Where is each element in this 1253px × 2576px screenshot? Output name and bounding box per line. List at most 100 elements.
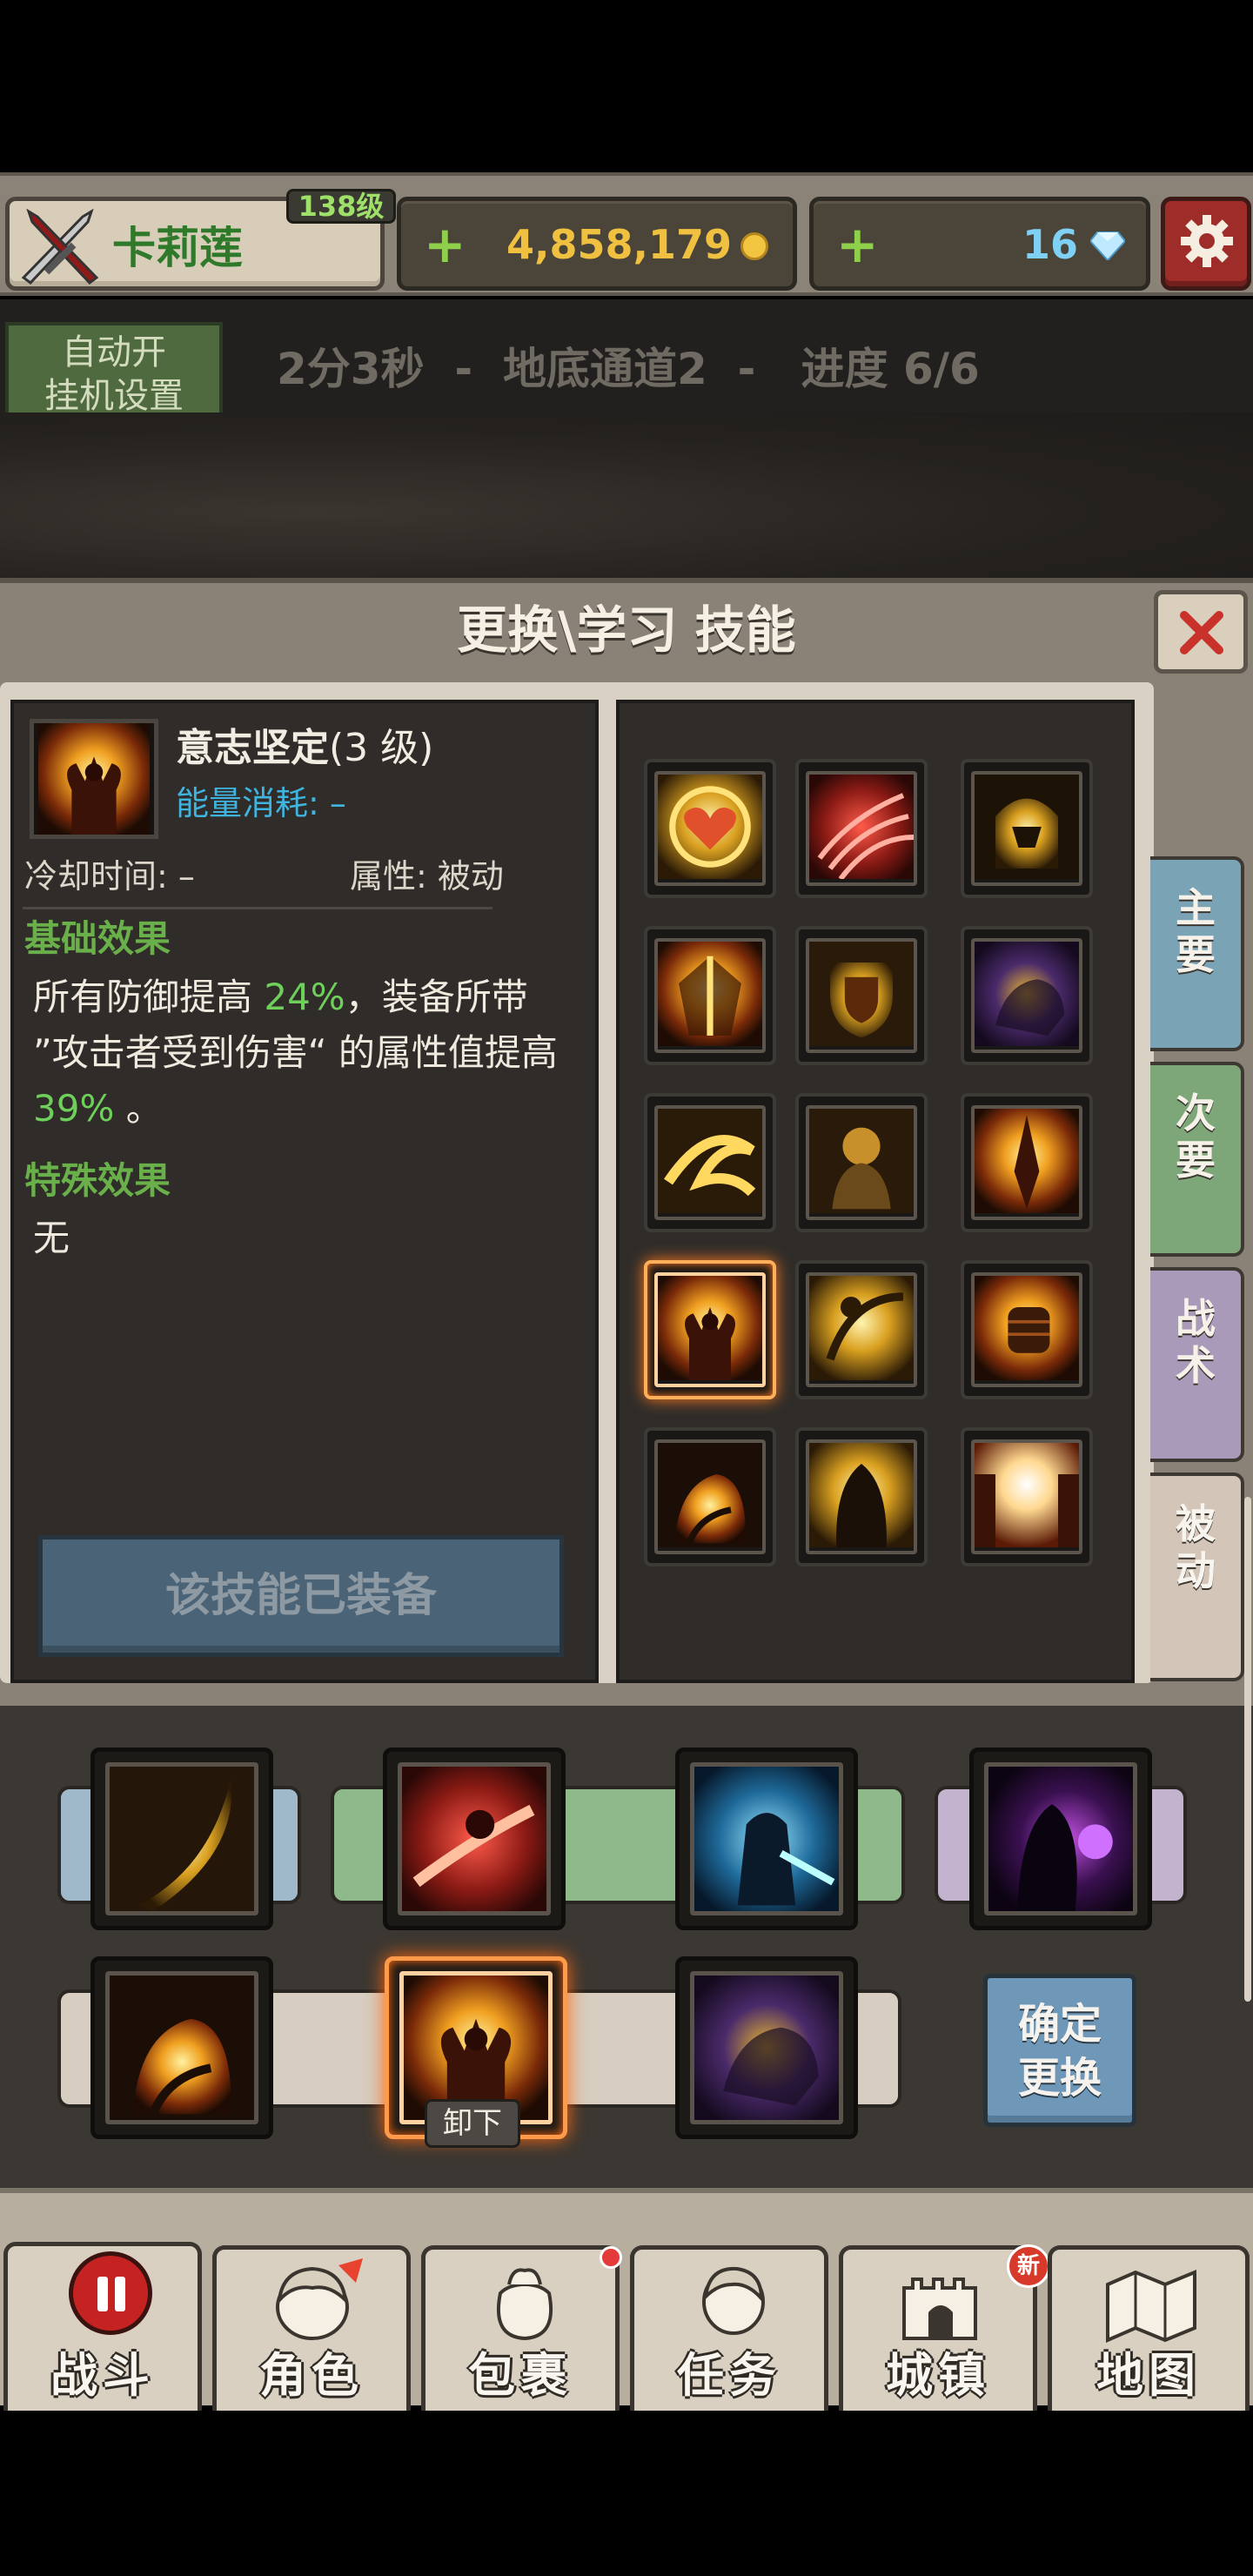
will-steadfast-icon [654,1272,766,1387]
add-gold-icon[interactable]: + [424,218,466,271]
nav-map-label: 地图 [1096,2348,1201,2403]
auto-idle-settings-button[interactable]: 自动开 挂机设置 [5,322,223,425]
skill-slot[interactable] [961,1427,1093,1566]
equipped-skill-slot[interactable] [90,1956,273,2139]
shadow-mage-icon [984,1762,1137,1915]
skill-slot[interactable] [961,926,1093,1065]
equipped-skill-slot[interactable] [969,1748,1152,1930]
tab-passive[interactable]: 被动 [1150,1472,1244,1681]
radiant-gate-icon [971,1439,1082,1554]
settings-button[interactable] [1161,197,1251,291]
crossed-swords-icon [21,208,99,285]
unequip-button[interactable]: 卸下 [425,2099,520,2148]
skill-slot[interactable] [644,1093,776,1232]
skill-slot[interactable] [795,926,928,1065]
skill-level: (3 级) [329,726,434,770]
nav-bag[interactable]: 包裹 [421,2245,622,2411]
skill-change-dialog: 更换\学习 技能 意志坚定(3 级) 能量消耗: – 冷却时间: – 属性: 被… [0,578,1253,1706]
gold-amount: 4,858,179 [506,221,732,268]
battle-status-text: 2分3秒 - 地底通道2 - 进度 6/6 [277,344,980,394]
curved-blade-icon [105,1762,258,1915]
ice-warrior-icon [690,1762,843,1915]
special-effect-text: 无 [33,1217,70,1259]
player-level-badge: 138级 [286,189,396,224]
equipped-skill-slot[interactable] [675,1748,858,1930]
skill-slot[interactable] [961,1260,1093,1399]
tab-secondary[interactable]: 次要 [1150,1062,1244,1257]
auto-battle-row: 自动开 挂机设置 2分3秒 - 地底通道2 - 进度 6/6 [0,299,1253,425]
skill-detail-panel: 意志坚定(3 级) 能量消耗: – 冷却时间: – 属性: 被动 基础效果 所有… [10,700,599,1683]
dark-beast-icon [971,938,1082,1053]
skill-slot[interactable] [644,1427,776,1566]
will-steadfast-icon [30,719,158,839]
equipped-skill-slot[interactable] [675,1956,858,2139]
close-button[interactable] [1154,590,1248,674]
armored-warrior-icon [806,1105,917,1220]
game-screen: 卡莉莲 138级 + 4,858,179 + 16 自动开 挂机设置 2分3秒 … [0,0,1253,2576]
nav-town-label: 城镇 [886,2348,990,2403]
player-name: 卡莉莲 [112,223,243,273]
nav-quests[interactable]: 任务 [630,2245,828,2411]
skill-slot[interactable] [644,1260,776,1399]
skill-slot[interactable] [644,926,776,1065]
skill-slot[interactable] [961,1093,1093,1232]
notification-dot [600,2246,622,2269]
skill-slot[interactable] [644,759,776,898]
nav-battle[interactable]: 战斗 [3,2242,202,2411]
add-gems-icon[interactable]: + [836,218,879,271]
skill-slot[interactable] [795,1093,928,1232]
skill-name-line: 意志坚定(3 级) [176,722,433,775]
gem-chip[interactable]: + 16 [809,197,1150,291]
tab-tactic[interactable]: 战术 [1150,1267,1244,1462]
scrollbar[interactable] [1244,1497,1251,2002]
shield-guard-icon [806,938,917,1053]
nav-map[interactable]: 地图 [1048,2245,1250,2411]
pause-icon[interactable] [69,2251,152,2335]
skill-slot[interactable] [795,759,928,898]
confirm-label-line2: 更换 [1017,2054,1102,2103]
skill-slot[interactable] [795,1427,928,1566]
castle-icon [902,2277,977,2340]
skill-slot[interactable] [961,759,1093,898]
new-badge: 新 [1007,2244,1050,2288]
equipped-skill-slot[interactable] [90,1748,273,1930]
flaming-gauntlet-icon [654,1439,766,1554]
energy-cost: 能量消耗: – [176,784,346,822]
skill-equipped-button[interactable]: 该技能已装备 [38,1535,564,1657]
tab-main[interactable]: 主要 [1150,856,1244,1051]
nav-bag-label: 包裹 [468,2348,573,2403]
defense-bonus-value: 24% [264,976,345,1018]
equipped-skill-slot[interactable] [383,1748,566,1930]
divider [23,907,492,909]
nav-town[interactable]: 新 城镇 [839,2244,1050,2411]
golden-spiral-icon [654,1105,766,1220]
confirm-change-button[interactable]: 确定 更换 [983,1974,1136,2127]
nav-battle-label: 战斗 [50,2348,155,2403]
gold-chip[interactable]: + 4,858,179 [397,197,797,291]
auto-button-line1: 自动开 [62,332,166,372]
gear-icon [1181,215,1233,267]
dialog-title: 更换\学习 技能 [457,600,796,660]
quest-npc-icon [702,2266,765,2335]
damage-bonus-value: 39% [33,1087,115,1130]
battle-scene-background [0,413,1253,578]
golden-heart-icon [654,771,766,886]
dark-beast-icon [690,1971,843,2124]
skill-name: 意志坚定 [176,726,329,770]
close-icon [1180,611,1223,654]
gem-amount: 16 [1022,221,1078,268]
golden-blade-icon [971,1105,1082,1220]
tab-passive-label: 被动 [1176,1500,1216,1594]
nav-character[interactable]: 角色 [212,2245,411,2411]
red-claw-icon [806,771,917,886]
base-text-part1: 所有防御提高 [33,976,265,1018]
fire-dash-icon [398,1762,551,1915]
skill-slot[interactable] [795,1260,928,1399]
gold-coin-icon [740,232,768,260]
bag-icon [496,2268,553,2341]
special-effect-title: 特殊效果 [24,1159,171,1202]
flaming-gauntlet-icon [105,1971,258,2124]
player-chip[interactable]: 卡莉莲 138级 [5,189,396,291]
golden-fist-icon [971,1272,1082,1387]
diamond-icon [1090,231,1125,260]
